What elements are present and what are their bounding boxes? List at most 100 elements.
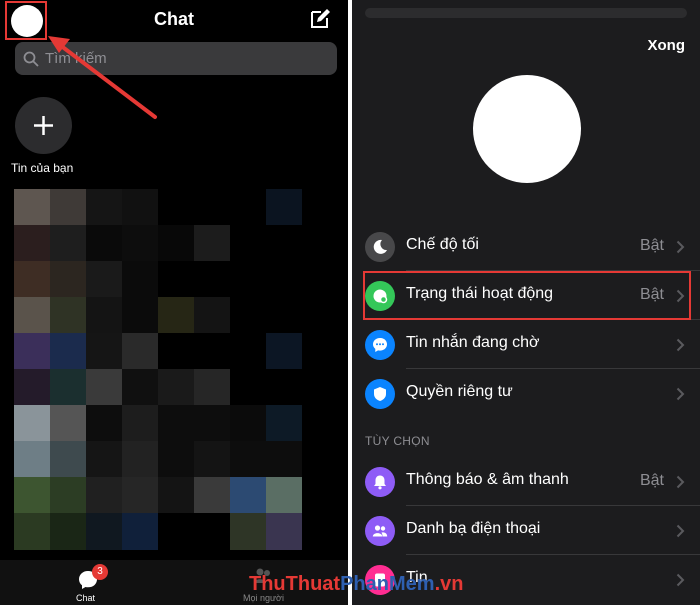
unread-badge: 3 (92, 564, 108, 580)
blurred-tile (14, 225, 50, 262)
blurred-tile (122, 225, 158, 262)
blurred-tile (122, 369, 158, 406)
blurred-tile (158, 369, 194, 406)
blurred-tile (50, 405, 86, 442)
blurred-tile (194, 333, 230, 370)
blurred-tile (86, 189, 122, 226)
chevron-right-icon (676, 240, 685, 254)
blurred-tile (230, 441, 266, 478)
row-icon-bg (365, 467, 395, 497)
blurred-tile (122, 297, 158, 334)
chevron-right-icon (676, 387, 685, 401)
blurred-tile (50, 477, 86, 514)
settings-row-pending-messages[interactable]: Tin nhắn đang chờ (352, 320, 700, 369)
blurred-tile (230, 189, 266, 226)
blurred-tile (50, 369, 86, 406)
blurred-tile (50, 441, 86, 478)
watermark-part: ThuThuat (249, 573, 341, 595)
blurred-tile (122, 477, 158, 514)
active-status-highlight-box (363, 271, 691, 320)
search-icon (23, 51, 39, 67)
chevron-right-icon (676, 338, 685, 352)
blurred-tile (266, 297, 302, 334)
watermark-part: PhanMem (340, 573, 435, 595)
blurred-tile (230, 297, 266, 334)
blurred-tile (266, 405, 302, 442)
row-label: Chế độ tối (406, 236, 479, 253)
blurred-tile (194, 369, 230, 406)
shield-icon (374, 387, 386, 401)
story-label: Tin của bạn (11, 161, 74, 175)
settings-row-dark-mode[interactable]: Chế độ tối Bật (352, 222, 700, 271)
blurred-tile (194, 477, 230, 514)
blurred-tile (266, 225, 302, 262)
blurred-tile (122, 333, 158, 370)
blurred-tile (50, 225, 86, 262)
blurred-tile (122, 261, 158, 298)
blurred-tile (266, 333, 302, 370)
blurred-tile (14, 405, 50, 442)
blurred-tile (194, 405, 230, 442)
compose-icon[interactable] (309, 8, 331, 30)
row-icon-bg (365, 232, 395, 262)
blurred-tile (86, 405, 122, 442)
blurred-tile (194, 297, 230, 334)
blurred-tile (266, 513, 302, 550)
row-icon-bg (365, 330, 395, 360)
blurred-tile (14, 441, 50, 478)
blurred-tile (158, 441, 194, 478)
blurred-tile (194, 225, 230, 262)
blurred-tile (86, 369, 122, 406)
blurred-tile (86, 333, 122, 370)
blurred-tile (194, 189, 230, 226)
blurred-tile (122, 441, 158, 478)
row-label: Quyền riêng tư (406, 383, 513, 400)
blurred-tile (230, 477, 266, 514)
blurred-tile (158, 513, 194, 550)
blurred-tile (86, 513, 122, 550)
row-label: Thông báo & âm thanh (406, 471, 569, 488)
row-value: Bật (639, 237, 664, 254)
blurred-tile (86, 297, 122, 334)
chevron-right-icon (676, 524, 685, 538)
profile-avatar[interactable] (473, 75, 581, 183)
blurred-conversation-list (14, 189, 338, 559)
blurred-tile (230, 369, 266, 406)
settings-row-phone-contacts[interactable]: Danh bạ điện thoại (352, 506, 700, 555)
row-label: Danh bạ điện thoại (406, 520, 541, 537)
watermark: ThuThuatPhanMem.vn (249, 573, 463, 596)
settings-row-privacy[interactable]: Quyền riêng tư (352, 369, 700, 418)
row-icon-bg (365, 379, 395, 409)
chevron-right-icon (676, 475, 685, 489)
blurred-tile (122, 405, 158, 442)
blurred-tile (230, 333, 266, 370)
blurred-tile (14, 369, 50, 406)
settings-row-notifications[interactable]: Thông báo & âm thanh Bật (352, 457, 700, 506)
message-pending-icon (373, 338, 387, 352)
blurred-tile (50, 261, 86, 298)
blurred-tile (50, 333, 86, 370)
blurred-tile (158, 333, 194, 370)
blurred-tile (158, 261, 194, 298)
blurred-tile (230, 225, 266, 262)
blurred-tile (230, 513, 266, 550)
tab-chat-label: Chat (76, 593, 96, 603)
blurred-tile (266, 441, 302, 478)
blurred-tile (194, 441, 230, 478)
watermark-part: .vn (434, 573, 464, 595)
blurred-tile (194, 261, 230, 298)
blurred-tile (266, 261, 302, 298)
blurred-tile (122, 189, 158, 226)
chevron-right-icon (676, 573, 685, 587)
blurred-tile (50, 189, 86, 226)
moon-icon (373, 239, 387, 254)
done-button[interactable]: Xong (648, 37, 686, 54)
blurred-tile (158, 477, 194, 514)
blurred-tile (86, 225, 122, 262)
blurred-tile (86, 261, 122, 298)
blurred-tile (266, 189, 302, 226)
blurred-tile (266, 369, 302, 406)
blurred-tile (230, 261, 266, 298)
row-icon-bg (365, 516, 395, 546)
blurred-tile (158, 189, 194, 226)
